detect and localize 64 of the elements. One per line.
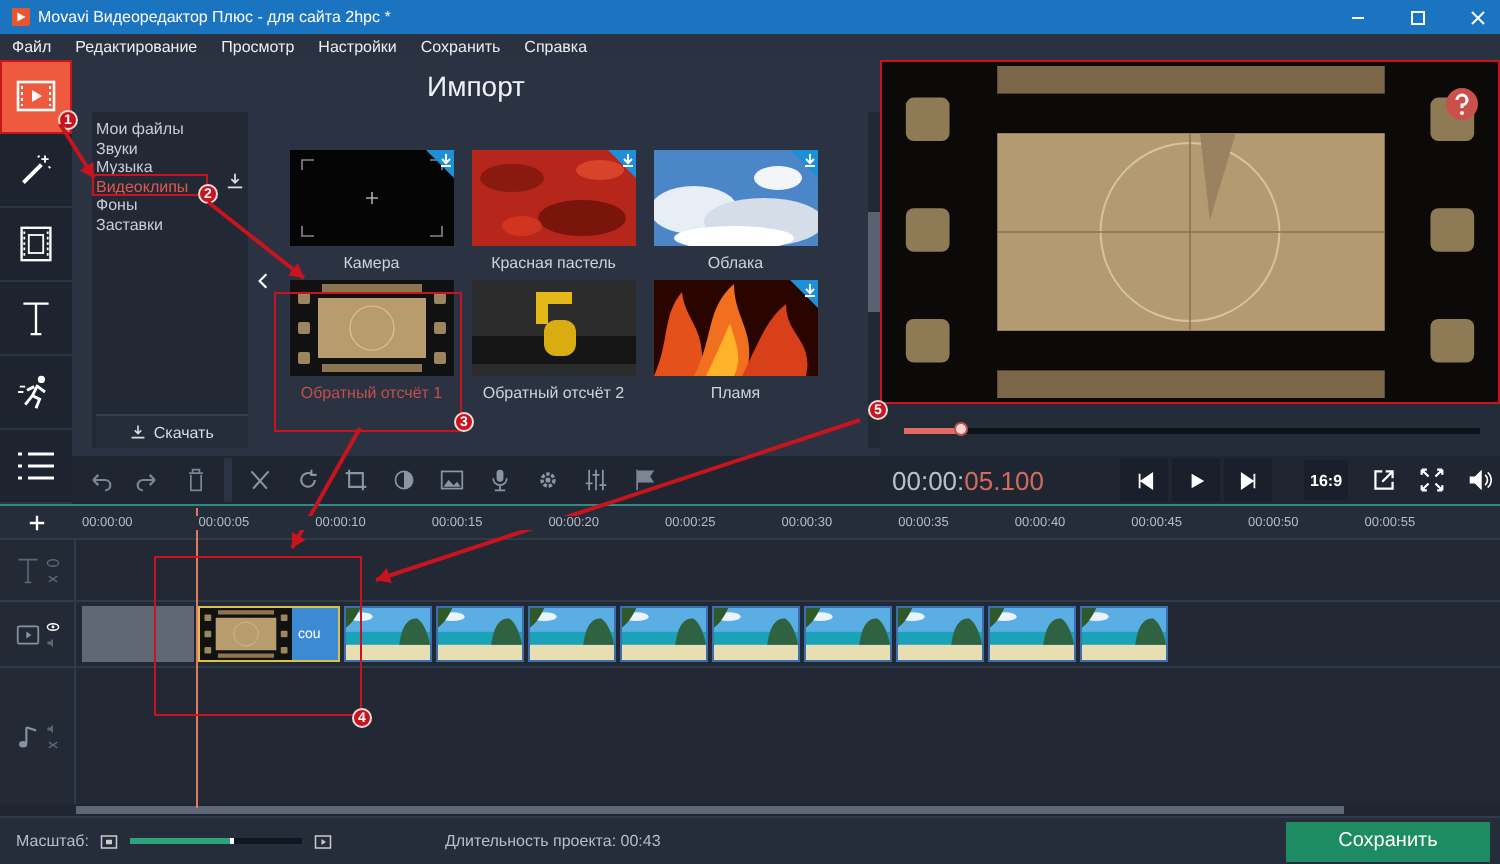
zoom-out-icon[interactable]: [100, 833, 119, 849]
filmstrip-icon: [16, 226, 56, 262]
project-duration: Длительность проекта: 00:43: [444, 832, 661, 850]
close-icon[interactable]: [1468, 7, 1488, 27]
menu-item[interactable]: Сохранить: [420, 38, 501, 56]
zoom-in-icon[interactable]: [314, 833, 333, 849]
category-item[interactable]: Звуки: [96, 139, 138, 158]
clip-label[interactable]: Красная пастель: [491, 254, 616, 272]
category-item[interactable]: Заставки: [96, 215, 164, 234]
aspect-ratio-button[interactable]: 16:9: [1304, 460, 1349, 500]
download-icon: [129, 424, 146, 440]
music-note-icon: [15, 723, 39, 749]
category-item[interactable]: Видеоклипы: [96, 177, 189, 196]
menu-item[interactable]: Файл: [12, 38, 52, 56]
clip-label[interactable]: Пламя: [710, 384, 761, 402]
panel-title: Импорт: [425, 68, 527, 106]
download-button[interactable]: Скачать: [96, 414, 248, 448]
previous-button[interactable]: [1120, 458, 1168, 502]
download-icon[interactable]: [789, 280, 818, 308]
add-icon[interactable]: [28, 513, 46, 531]
video-track-icon: [15, 621, 39, 647]
menu-item[interactable]: Настройки: [318, 38, 397, 56]
play-button[interactable]: [1172, 458, 1220, 502]
download-icon[interactable]: [425, 150, 454, 178]
category-item[interactable]: Музыка: [96, 158, 153, 177]
volume-icon[interactable]: [1468, 468, 1493, 492]
play-icon: [1187, 471, 1205, 489]
chevron-left-icon[interactable]: [258, 271, 269, 289]
clip-label[interactable]: Облака: [707, 254, 764, 272]
link-icon[interactable]: [45, 573, 59, 583]
menu-item[interactable]: Справка: [524, 38, 588, 56]
maximize-icon[interactable]: [1408, 7, 1428, 27]
list-icon: [16, 448, 56, 484]
magic-wand-icon: [16, 152, 56, 188]
category-item[interactable]: Мои файлы: [96, 120, 184, 139]
category-item[interactable]: Фоны: [96, 196, 138, 215]
pointer-arrow: [206, 200, 306, 280]
text-icon: [15, 557, 39, 583]
slider-handle[interactable]: [953, 421, 968, 435]
window-title: Movavi Видеоредактор Плюс - для сайта 2hpc *: [38, 8, 391, 26]
link-icon[interactable]: [45, 739, 59, 749]
menu-item[interactable]: Редактирование: [75, 38, 198, 56]
zoom-slider[interactable]: [130, 838, 303, 844]
app-icon: [12, 8, 30, 26]
download-icon[interactable]: [607, 150, 636, 178]
help-icon[interactable]: [1446, 88, 1478, 120]
download-icon[interactable]: [226, 172, 244, 190]
timecode: 00:00:05.100: [892, 465, 1046, 495]
zoom-label: Масштаб:: [16, 832, 89, 850]
scrollbar-thumb[interactable]: [76, 806, 1344, 814]
film-play-icon: [16, 78, 56, 114]
skip-back-icon: [1135, 471, 1153, 489]
export-icon[interactable]: [1372, 468, 1397, 492]
save-button[interactable]: Сохранить: [1286, 821, 1490, 861]
pointer-arrow: [290, 427, 362, 549]
pointer-arrow: [58, 122, 96, 180]
menu-item[interactable]: Просмотр: [221, 38, 295, 56]
scrollbar-thumb[interactable]: [868, 212, 880, 312]
next-button[interactable]: [1224, 458, 1272, 502]
clip-label[interactable]: Обратный отсчёт 2: [482, 384, 625, 402]
fullscreen-icon[interactable]: [1420, 468, 1445, 492]
clip-label[interactable]: Камера: [343, 254, 400, 272]
skip-forward-icon: [1239, 471, 1257, 489]
speaker-icon[interactable]: [45, 723, 59, 733]
